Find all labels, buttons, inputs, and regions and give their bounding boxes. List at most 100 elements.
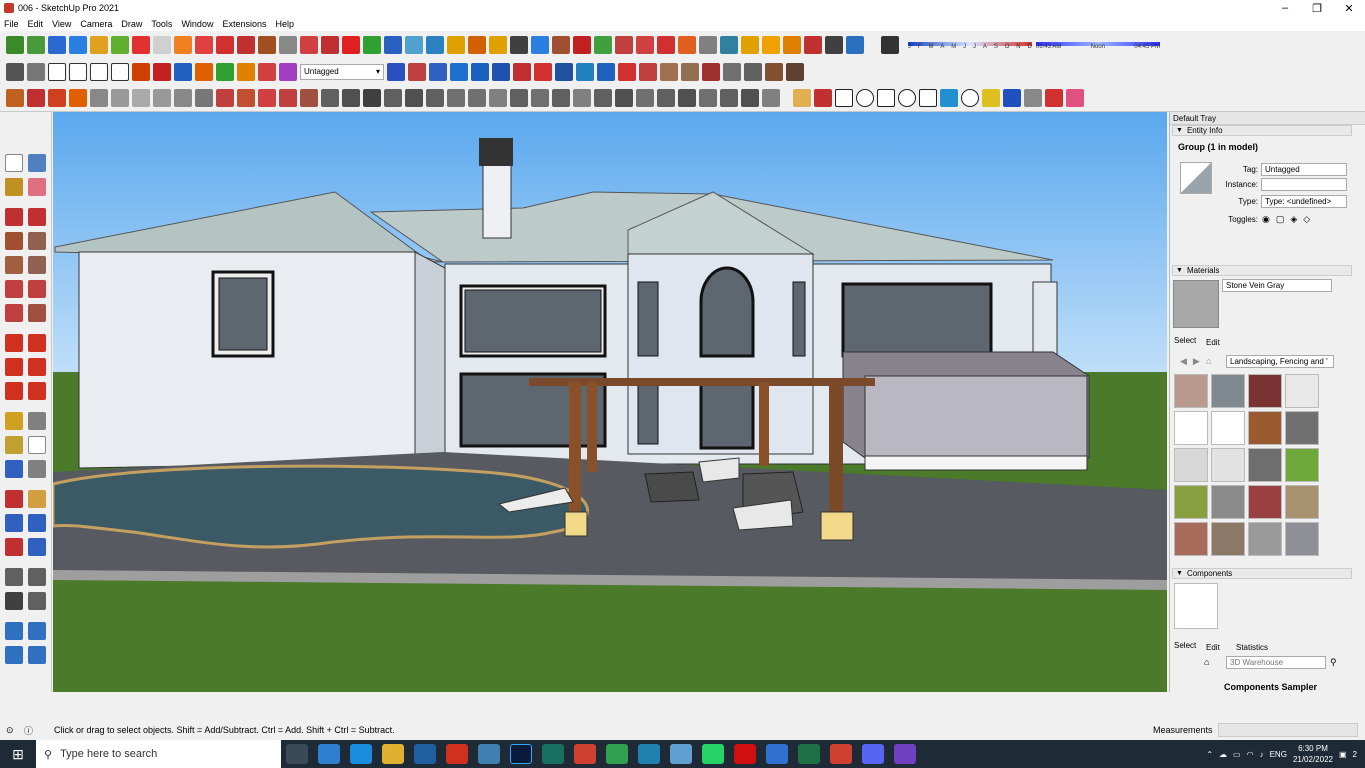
extrude-8-icon[interactable] bbox=[279, 62, 297, 81]
excel-icon[interactable] bbox=[798, 744, 820, 764]
menu-window[interactable]: Window bbox=[181, 19, 213, 29]
menu-draw[interactable]: Draw bbox=[121, 19, 142, 29]
house-2-icon[interactable] bbox=[69, 62, 87, 81]
house-3-icon[interactable] bbox=[90, 62, 108, 81]
freehand-tool-icon[interactable] bbox=[28, 208, 46, 226]
material-swatch[interactable] bbox=[1285, 522, 1319, 556]
forward-arrow-icon[interactable]: ▶ bbox=[1193, 356, 1200, 367]
scale-tool-icon[interactable] bbox=[5, 382, 23, 400]
info-icon[interactable]: ⓘ bbox=[24, 724, 36, 737]
roof-4-icon[interactable] bbox=[765, 62, 783, 81]
menu-tools[interactable]: Tools bbox=[151, 19, 172, 29]
zoom-tool-icon[interactable] bbox=[5, 514, 23, 532]
component-options-icon[interactable] bbox=[27, 62, 45, 81]
close-button[interactable]: ✕ bbox=[1333, 0, 1365, 16]
search-icon[interactable]: ⚲ bbox=[1330, 657, 1337, 668]
stripes-3-icon[interactable] bbox=[636, 89, 654, 107]
material-swatch[interactable] bbox=[1174, 485, 1208, 519]
texture-2-icon[interactable] bbox=[681, 62, 699, 81]
menu-file[interactable]: File bbox=[4, 19, 19, 29]
arc-icon[interactable] bbox=[300, 35, 318, 54]
section-plane-tool-icon[interactable] bbox=[28, 592, 46, 610]
column-icon[interactable] bbox=[321, 89, 339, 107]
grid-icon[interactable] bbox=[216, 35, 234, 54]
section-plane-icon[interactable] bbox=[387, 62, 405, 81]
hatch-icon[interactable] bbox=[531, 89, 549, 107]
texture-icon[interactable] bbox=[660, 62, 678, 81]
position-camera-icon[interactable] bbox=[5, 568, 23, 586]
notes-icon[interactable] bbox=[670, 744, 692, 764]
ellipse-icon[interactable] bbox=[898, 89, 916, 107]
fence-5-icon[interactable] bbox=[741, 89, 759, 107]
home-icon[interactable]: ⌂ bbox=[1206, 356, 1211, 367]
stripes-icon[interactable] bbox=[594, 89, 612, 107]
ribbon-icon[interactable] bbox=[111, 89, 129, 107]
wave-icon[interactable] bbox=[132, 89, 150, 107]
grid-orange-icon[interactable] bbox=[741, 35, 759, 54]
material-swatch[interactable] bbox=[1285, 485, 1319, 519]
material-swatch[interactable] bbox=[1174, 522, 1208, 556]
material-swatch[interactable] bbox=[1248, 522, 1282, 556]
acrobat-icon[interactable] bbox=[446, 744, 468, 764]
fan-icon[interactable] bbox=[405, 89, 423, 107]
push-pull-icon[interactable] bbox=[28, 334, 46, 352]
menu-help[interactable]: Help bbox=[275, 19, 294, 29]
section-fill-icon[interactable] bbox=[429, 62, 447, 81]
menu-view[interactable]: View bbox=[52, 19, 71, 29]
clock[interactable]: 6:30 PM 21/02/2022 bbox=[1293, 743, 1333, 765]
measurements-input[interactable] bbox=[1218, 723, 1358, 737]
material-swatch[interactable] bbox=[1211, 522, 1245, 556]
materials-tab-select[interactable]: Select bbox=[1174, 336, 1196, 345]
section-cut-icon[interactable] bbox=[408, 62, 426, 81]
model-viewport[interactable] bbox=[53, 112, 1167, 692]
lines-icon[interactable] bbox=[510, 89, 528, 107]
arc-3pt-icon[interactable] bbox=[5, 304, 23, 322]
make-component-icon[interactable] bbox=[28, 154, 46, 172]
grid-2-icon[interactable] bbox=[699, 35, 717, 54]
receive-shadows-toggle-icon[interactable]: ◇ bbox=[1303, 214, 1310, 225]
move-icon[interactable] bbox=[384, 35, 402, 54]
bezier-icon[interactable] bbox=[6, 89, 24, 107]
house-4-icon[interactable] bbox=[111, 62, 129, 81]
discord-icon[interactable] bbox=[862, 744, 884, 764]
rotate-icon[interactable] bbox=[597, 62, 615, 81]
roof-5-icon[interactable] bbox=[786, 62, 804, 81]
solid-subtract-icon[interactable] bbox=[471, 62, 489, 81]
arc-2pt-icon[interactable] bbox=[28, 280, 46, 298]
zoom-window-icon[interactable] bbox=[28, 514, 46, 532]
visible-toggle-icon[interactable]: ◉ bbox=[1262, 214, 1270, 225]
add-detail-icon[interactable] bbox=[111, 35, 129, 54]
scissors-icon[interactable] bbox=[69, 89, 87, 107]
spiral-2-icon[interactable] bbox=[489, 35, 507, 54]
layers-icon[interactable] bbox=[615, 35, 633, 54]
twist-icon[interactable] bbox=[195, 89, 213, 107]
pencil-yellow-icon[interactable] bbox=[982, 89, 1000, 107]
spring-icon[interactable] bbox=[90, 89, 108, 107]
polyline-icon[interactable] bbox=[27, 89, 45, 107]
material-swatch[interactable] bbox=[1211, 411, 1245, 445]
freehand-icon[interactable] bbox=[1003, 89, 1021, 107]
rotate-tool-icon[interactable] bbox=[5, 358, 23, 376]
box-red-icon[interactable] bbox=[195, 35, 213, 54]
slash-icon[interactable] bbox=[258, 89, 276, 107]
extrude-4-icon[interactable] bbox=[195, 62, 213, 81]
tape-measure-icon[interactable] bbox=[793, 89, 811, 107]
bucket-icon[interactable] bbox=[552, 35, 570, 54]
chrome-2-icon[interactable] bbox=[606, 744, 628, 764]
taskbar-search[interactable]: ⚲ Type here to search bbox=[36, 740, 281, 768]
spiral-icon[interactable] bbox=[468, 35, 486, 54]
offset-tool-icon[interactable] bbox=[28, 382, 46, 400]
plus-icon[interactable] bbox=[363, 35, 381, 54]
arrow-diagonal-icon[interactable] bbox=[1045, 89, 1063, 107]
task-view-icon[interactable] bbox=[286, 744, 308, 764]
sketchup-icon[interactable] bbox=[414, 744, 436, 764]
stripes-2-icon[interactable] bbox=[615, 89, 633, 107]
knot-icon[interactable] bbox=[510, 35, 528, 54]
sandbox-from-scratch-icon[interactable] bbox=[27, 35, 45, 54]
circle-dot-icon[interactable] bbox=[678, 35, 696, 54]
sandbox-3-icon[interactable] bbox=[5, 646, 23, 664]
cross-icon[interactable] bbox=[342, 35, 360, 54]
shadow-time-slider[interactable]: 06:43 AM Noon 04:45 PM bbox=[1036, 40, 1160, 50]
select-arrow-icon[interactable] bbox=[5, 154, 23, 172]
material-swatch[interactable] bbox=[1174, 411, 1208, 445]
